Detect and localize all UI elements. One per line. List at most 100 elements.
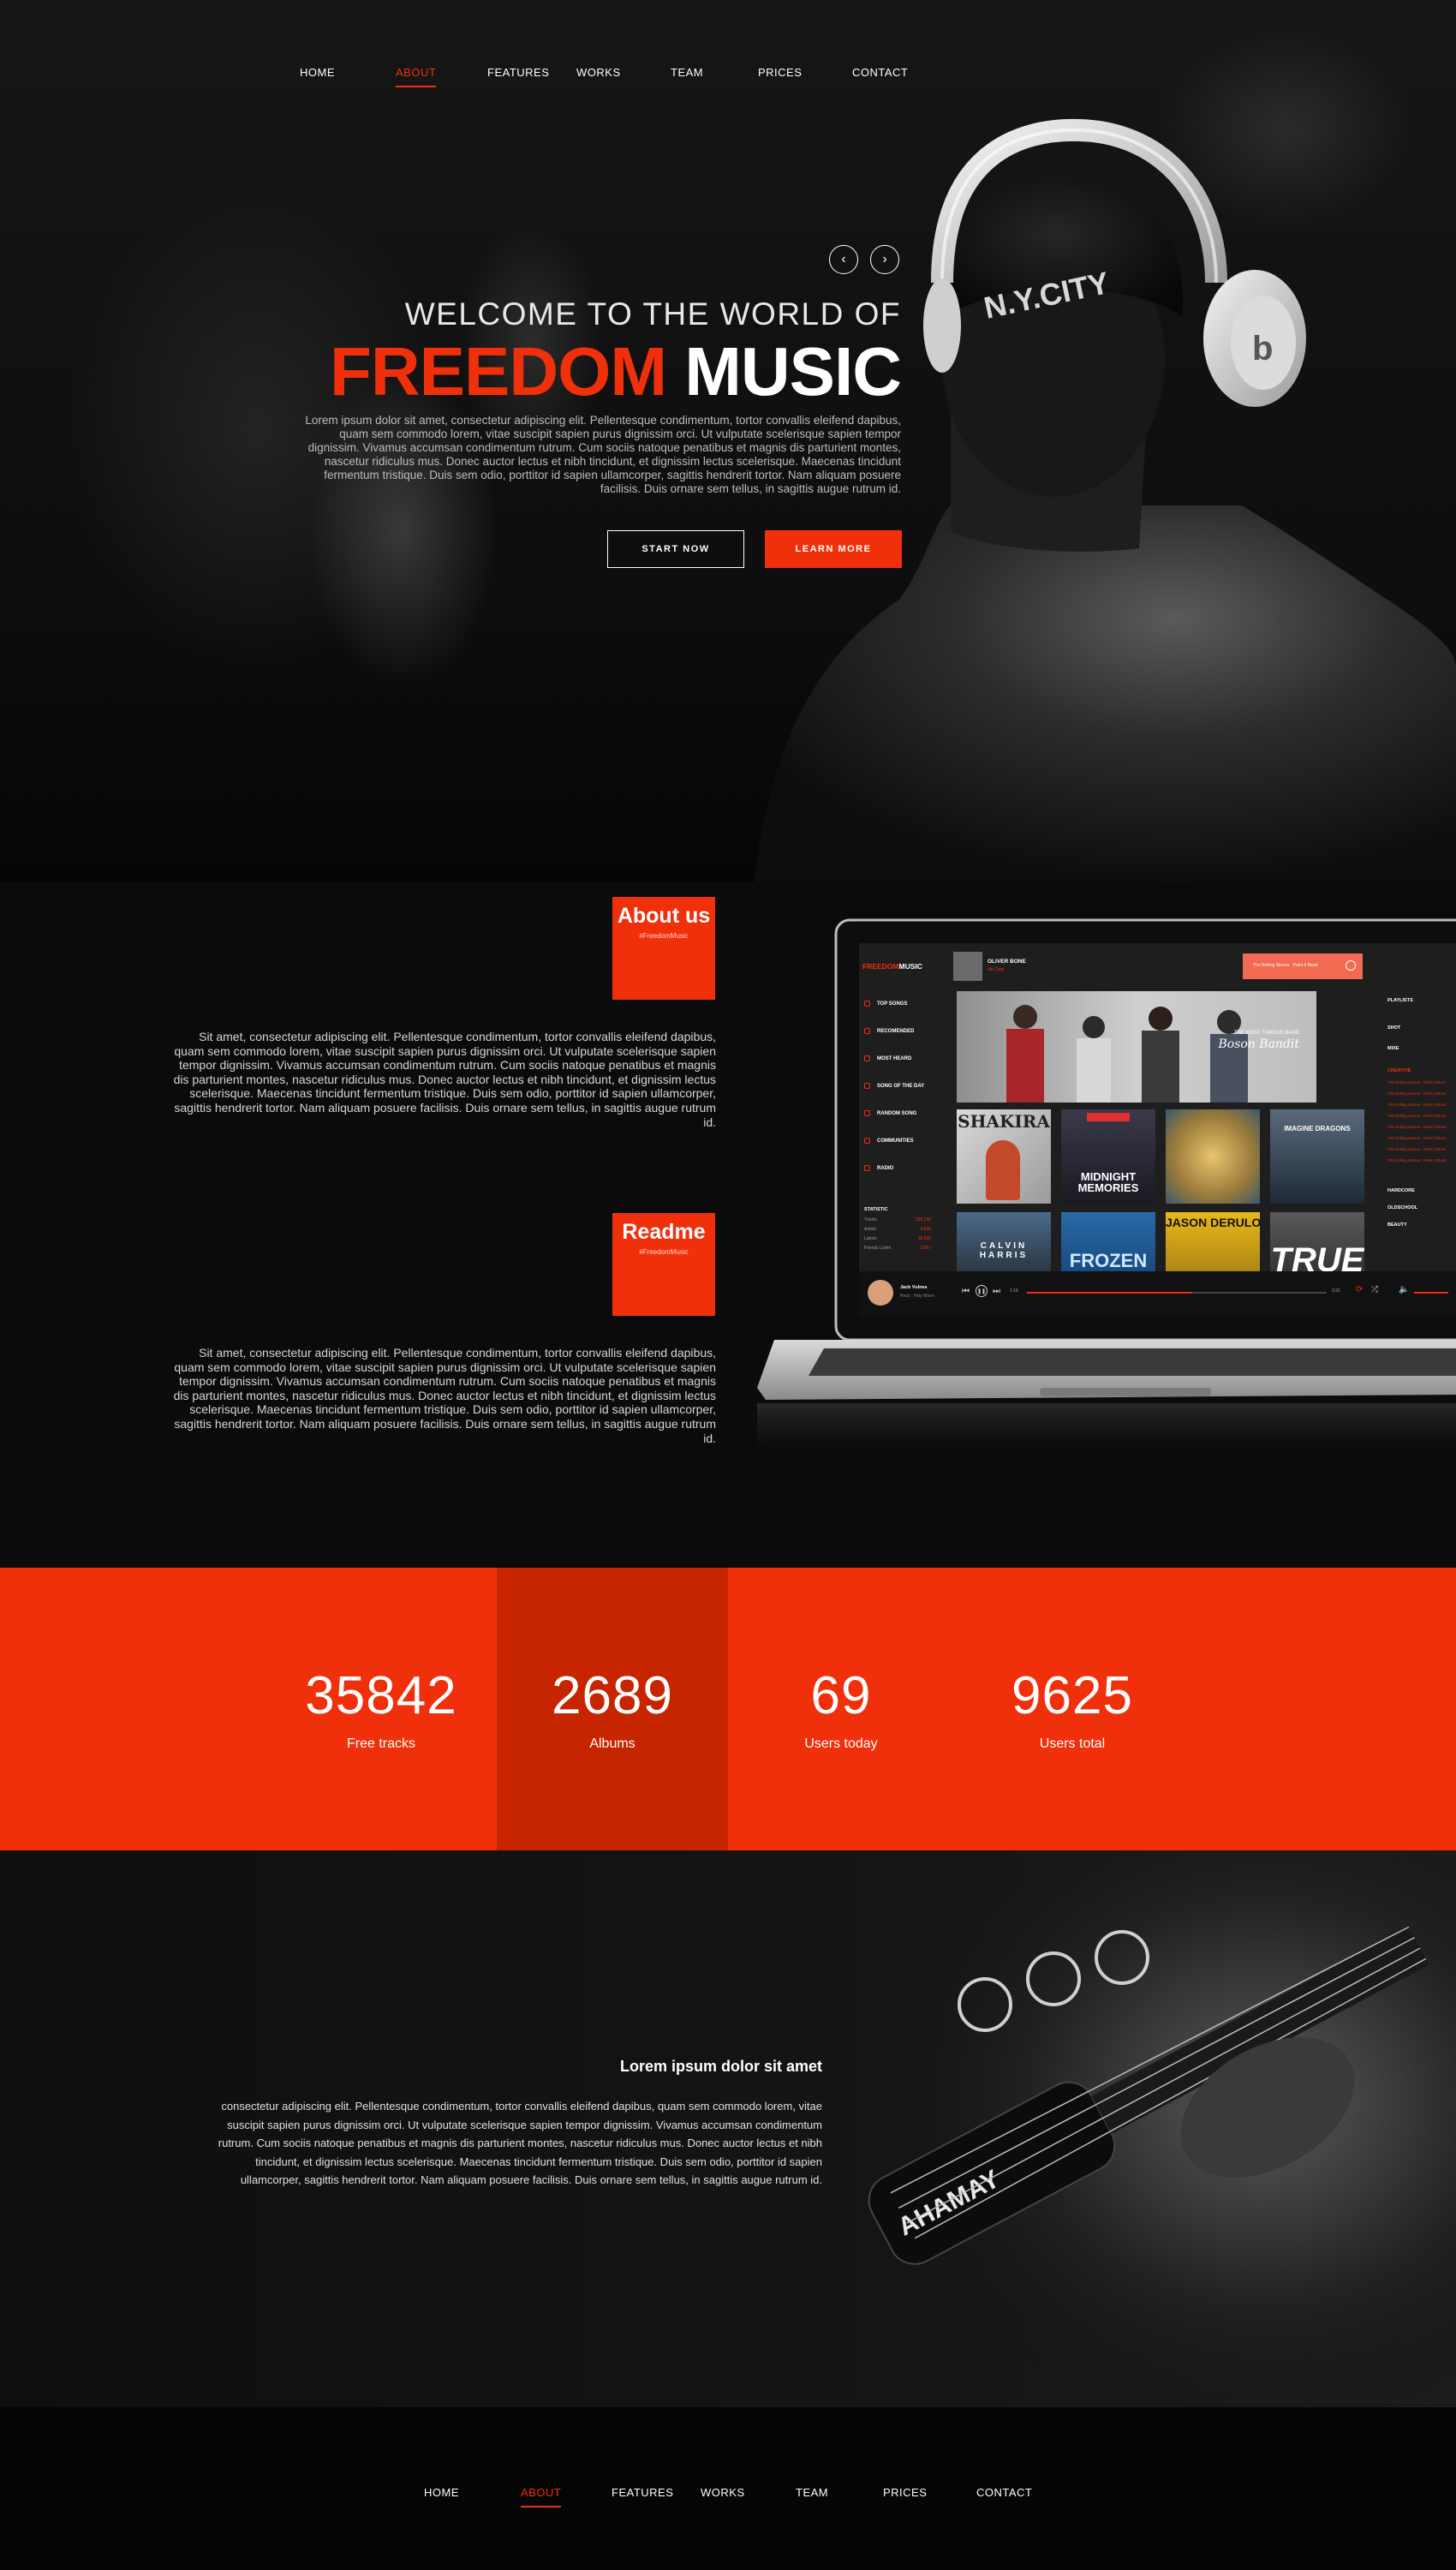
footer-nav-prices[interactable]: PRICES	[883, 2486, 927, 2499]
album-tile-shakira[interactable]: SHAKIRA	[957, 1109, 1051, 1204]
album-logo	[1087, 1113, 1130, 1121]
chevron-left-icon: ‹	[841, 252, 846, 266]
readme-text: Sit amet, consectetur adipiscing elit. P…	[173, 1346, 716, 1445]
stat-number: 9625	[1011, 1666, 1133, 1725]
headline-music: MUSIC	[684, 333, 902, 409]
nav-team[interactable]: TEAM	[671, 66, 703, 79]
readme-hashtag: #FreedomMusic	[639, 1248, 689, 1256]
sidebar-item-song-of-the-day[interactable]: SONG OF THE DAY	[864, 1083, 924, 1089]
about-hashtag: #FreedomMusic	[639, 932, 689, 940]
stat-label: Albums	[589, 1736, 636, 1751]
play-pause-button[interactable]: ❚❚	[976, 1285, 988, 1297]
sidebar-item-radio[interactable]: RADIO	[864, 1165, 893, 1171]
track-item[interactable]: The Rolling Stones - Paint It Black	[1387, 1103, 1446, 1107]
footer-nav-about[interactable]: ABOUT	[521, 2486, 562, 2507]
sidebar-item-top-songs[interactable]: TOP SONGS	[864, 1001, 907, 1007]
track-item[interactable]: The Rolling Stones - Paint It Black	[1387, 1158, 1446, 1162]
next-icon[interactable]: ⏭	[993, 1287, 1000, 1296]
right-panel-shot[interactable]: SHOT	[1387, 1025, 1400, 1031]
about-text: Sit amet, consectetur adipiscing elit. P…	[173, 1030, 716, 1129]
stat-number: 35842	[305, 1666, 457, 1725]
track-item[interactable]: The Rolling Stones - Paint It Black	[1387, 1136, 1446, 1140]
sidebar-item-communities[interactable]: COMMUNITIES	[864, 1138, 914, 1144]
track-item[interactable]: The Rolling Stones - Paint It Black	[1387, 1125, 1446, 1129]
sidebar-item-recomended[interactable]: RECOMENDED	[864, 1028, 914, 1034]
readme-title: Readme	[622, 1220, 706, 1244]
track-item[interactable]: The Rolling Stones - Paint It Black	[1387, 1080, 1446, 1085]
recomended-icon	[864, 1028, 870, 1034]
music-app-screen: FREEDOMMUSIC OLIVER BONE Hit Cast The Ro…	[859, 943, 1456, 1318]
slider-next-button[interactable]: ›	[870, 245, 899, 274]
album-tile-midnight-memories[interactable]: MIDNIGHT MEMORIES	[1061, 1109, 1155, 1204]
stats-band: 35842 Free tracks 2689 Albums 69 Users t…	[0, 1568, 1456, 1850]
volume-icon[interactable]: 🔈	[1399, 1285, 1409, 1294]
radio-icon	[864, 1165, 870, 1171]
communities-icon	[864, 1138, 870, 1144]
footer-nav-team[interactable]: TEAM	[796, 2486, 828, 2499]
slider-prev-button[interactable]: ‹	[829, 245, 858, 274]
nav-home[interactable]: HOME	[300, 66, 335, 79]
song-of-day-icon	[864, 1083, 870, 1089]
nav-prices[interactable]: PRICES	[758, 66, 802, 79]
right-panel-oldschool[interactable]: OLDSCHOOL	[1387, 1205, 1417, 1210]
headline-freedom: FREEDOM	[329, 333, 667, 409]
track-item[interactable]: The Rolling Stones - Paint It Black	[1387, 1114, 1446, 1118]
stat-row: Labels 38,936	[864, 1236, 931, 1241]
app-search-bar[interactable]: The Rolling Stones - Paint It Black	[1243, 953, 1363, 979]
stat-row: Artists 9,836	[864, 1227, 931, 1232]
time-total: 3:31	[1332, 1288, 1340, 1294]
footer-nav: HOME ABOUT FEATURES WORKS TEAM PRICES CO…	[0, 2407, 1456, 2570]
sidebar-item-random-song[interactable]: RANDOM SONG	[864, 1110, 916, 1116]
shuffle-icon[interactable]: ⤮	[1371, 1285, 1378, 1294]
hero-welcome: WELCOME TO THE WORLD OF	[404, 296, 901, 332]
right-panel-beauty[interactable]: BEAUTY	[1387, 1222, 1407, 1228]
app-logo: FREEDOMMUSIC	[862, 962, 922, 971]
banner-caption: THE MOST FAMOUS BAND Boson Bandit	[1218, 1031, 1299, 1051]
now-playing-subtitle: Hit Cast	[988, 967, 1005, 972]
guitar-section-text: consectetur adipiscing elit. Pellentesqu…	[218, 2100, 822, 2187]
stat-row: Tracks 358,236	[864, 1217, 931, 1222]
guitar-section-title: Lorem ipsum dolor sit amet	[619, 2058, 822, 2075]
player-bar: Jack Vulnes Rock · Holy Moon ⏮ ❚❚ ⏭ 1:16…	[859, 1271, 1456, 1318]
stat-label: Users today	[804, 1736, 878, 1751]
footer-nav-features[interactable]: FEATURES	[612, 2486, 673, 2499]
progress-track[interactable]	[1027, 1292, 1327, 1294]
nav-contact[interactable]: CONTACT	[852, 66, 908, 79]
right-panel-creative[interactable]: CREATIVE	[1387, 1068, 1411, 1073]
beats-logo: b	[1252, 330, 1273, 368]
top-songs-icon	[864, 1001, 870, 1007]
track-item[interactable]: The Rolling Stones - Paint It Black	[1387, 1091, 1446, 1096]
nav-about[interactable]: ABOUT	[396, 66, 437, 87]
start-now-button[interactable]: START NOW	[607, 530, 744, 568]
now-playing-thumb	[953, 952, 982, 981]
volume-slider[interactable]	[1414, 1292, 1448, 1294]
featured-band-banner[interactable]: THE MOST FAMOUS BAND Boson Bandit	[957, 991, 1316, 1103]
random-song-icon	[864, 1110, 870, 1116]
footer-nav-contact[interactable]: CONTACT	[976, 2486, 1032, 2499]
album-tile-imagine-dragons[interactable]: IMAGINE DRAGONS	[1270, 1109, 1364, 1204]
hero-headline: FREEDOM MUSIC	[329, 332, 902, 411]
prev-icon[interactable]: ⏮	[962, 1287, 970, 1296]
about-us-badge: About us #FreedomMusic	[612, 897, 715, 1000]
nav-features[interactable]: FEATURES	[487, 66, 549, 79]
top-nav: HOME ABOUT FEATURES WORKS TEAM PRICES CO…	[0, 0, 1456, 87]
hero-section: N.Y.CITY b ‹ › WELCOME TO THE WORLD OF F…	[0, 0, 1456, 882]
stat-number: 2689	[552, 1666, 673, 1725]
progress-fill	[1027, 1292, 1192, 1294]
album-tile-3[interactable]	[1166, 1109, 1260, 1204]
chevron-right-icon: ›	[882, 252, 887, 266]
footer-nav-works[interactable]: WORKS	[701, 2486, 745, 2499]
right-panel-playlists[interactable]: PLAYLISTS	[1387, 998, 1413, 1003]
avatar	[868, 1280, 893, 1306]
track-item[interactable]: The Rolling Stones - Paint It Black	[1387, 1147, 1446, 1151]
right-panel-hardcore[interactable]: HARDCORE	[1387, 1188, 1415, 1193]
hero-description: Lorem ipsum dolor sit amet, consectetur …	[305, 414, 901, 495]
search-icon	[1346, 960, 1356, 971]
stat-number: 69	[810, 1666, 872, 1725]
right-panel-mixe[interactable]: MIXE	[1387, 1046, 1399, 1051]
repeat-icon[interactable]: ⟳	[1356, 1285, 1363, 1294]
learn-more-button[interactable]: LEARN MORE	[765, 530, 902, 568]
footer-nav-home[interactable]: HOME	[424, 2486, 459, 2499]
sidebar-item-most-heard[interactable]: MOST HEARD	[864, 1055, 911, 1061]
nav-works[interactable]: WORKS	[576, 66, 621, 79]
